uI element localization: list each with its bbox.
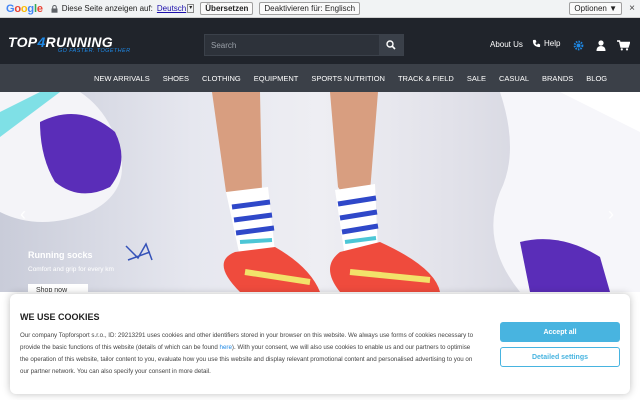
search-box (204, 34, 404, 56)
cart-icon[interactable] (617, 38, 631, 56)
language-dropdown-icon[interactable]: ▾ (187, 4, 195, 13)
google-logo: Google (6, 2, 43, 15)
nav-item-clothing[interactable]: CLOTHING (202, 74, 241, 83)
cookie-title: WE USE COOKIES (20, 312, 100, 322)
user-icon[interactable] (596, 38, 606, 56)
phone-icon (532, 39, 541, 48)
nav-item-sports-nutrition[interactable]: SPORTS NUTRITION (311, 74, 385, 83)
translate-message: Diese Seite anzeigen auf: (61, 4, 153, 13)
site-header: TOP4RUNNING GO FASTER. TOGETHER About Us… (0, 18, 640, 64)
nav-item-casual[interactable]: CASUAL (499, 74, 529, 83)
shop-now-button[interactable]: Shop now (28, 284, 88, 292)
cookie-text: Our company Topforsport s.r.o., ID: 2921… (20, 330, 476, 378)
translate-bar: Google Diese Seite anzeigen auf: Deutsch… (0, 0, 640, 18)
hero-image (0, 92, 640, 292)
search-button[interactable] (379, 35, 403, 55)
slogan: GO FASTER. TOGETHER (58, 48, 131, 54)
lock-icon (51, 4, 58, 13)
nav-item-equipment[interactable]: EQUIPMENT (254, 74, 299, 83)
nav-item-brands[interactable]: BRANDS (542, 74, 573, 83)
cookie-details-link[interactable]: here (220, 344, 232, 351)
nav-item-shoes[interactable]: SHOES (163, 74, 189, 83)
language-link[interactable]: Deutsch (157, 4, 186, 13)
help-label: Help (544, 39, 561, 48)
nav-item-track-field[interactable]: TRACK & FIELD (398, 74, 454, 83)
translate-button[interactable]: Übersetzen (200, 2, 254, 15)
accept-all-button[interactable]: Accept all (500, 322, 620, 342)
next-slide-icon[interactable]: › (608, 204, 614, 225)
cookie-dialog: WE USE COOKIES Our company Topforsport s… (10, 294, 630, 394)
nav-item-blog[interactable]: BLOG (586, 74, 607, 83)
search-icon (386, 40, 396, 50)
main-nav: NEW ARRIVALS SHOES CLOTHING EQUIPMENT SP… (0, 64, 640, 92)
disable-translate-button[interactable]: Deaktivieren für: Englisch (259, 2, 361, 15)
options-button[interactable]: Optionen ▼ (569, 2, 622, 15)
logo-text-four: 4 (37, 34, 46, 50)
prev-slide-icon[interactable]: ‹ (20, 204, 26, 225)
detailed-settings-button[interactable]: Detailed settings (500, 347, 620, 367)
close-icon[interactable]: × (629, 3, 635, 14)
gear-icon[interactable] (573, 38, 584, 56)
help-link[interactable]: Help (532, 39, 560, 48)
search-input[interactable] (205, 35, 380, 55)
nav-item-new-arrivals[interactable]: NEW ARRIVALS (94, 74, 150, 83)
hero-subtitle: Comfort and grip for every km (28, 266, 114, 273)
hero-title: Running socks (28, 250, 93, 260)
hero-banner[interactable]: ‹ › Running socks Comfort and grip for e… (0, 92, 640, 292)
logo-text: TOP (8, 34, 38, 50)
about-us-link[interactable]: About Us (490, 40, 523, 49)
nav-item-sale[interactable]: SALE (467, 74, 486, 83)
